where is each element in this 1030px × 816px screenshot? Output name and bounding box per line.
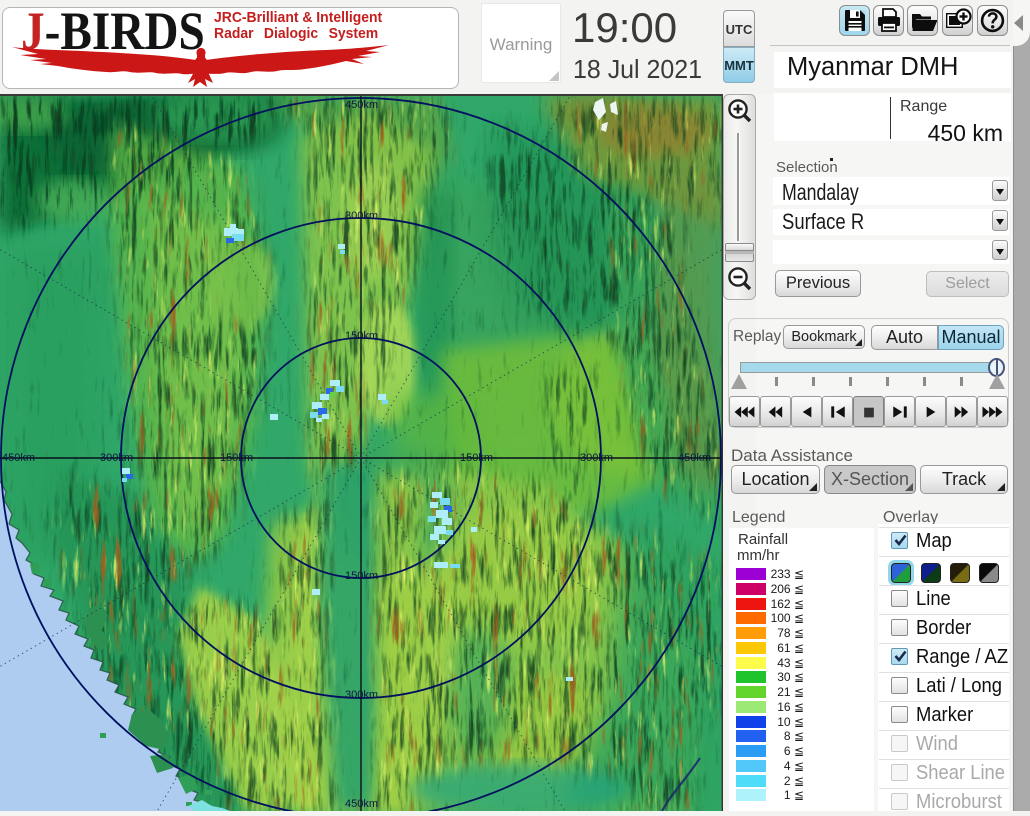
svg-text:450km: 450km <box>345 798 378 810</box>
svg-text:150km: 150km <box>220 452 253 464</box>
svg-text:450km: 450km <box>2 452 35 464</box>
svg-text:150km: 150km <box>460 452 493 464</box>
svg-text:450km: 450km <box>678 452 711 464</box>
svg-text:150km: 150km <box>345 330 378 342</box>
svg-text:300km: 300km <box>345 210 378 222</box>
svg-text:300km: 300km <box>580 452 613 464</box>
svg-text:300km: 300km <box>345 689 378 701</box>
svg-text:450km: 450km <box>345 99 378 111</box>
svg-text:300km: 300km <box>100 452 133 464</box>
svg-text:150km: 150km <box>345 570 378 582</box>
